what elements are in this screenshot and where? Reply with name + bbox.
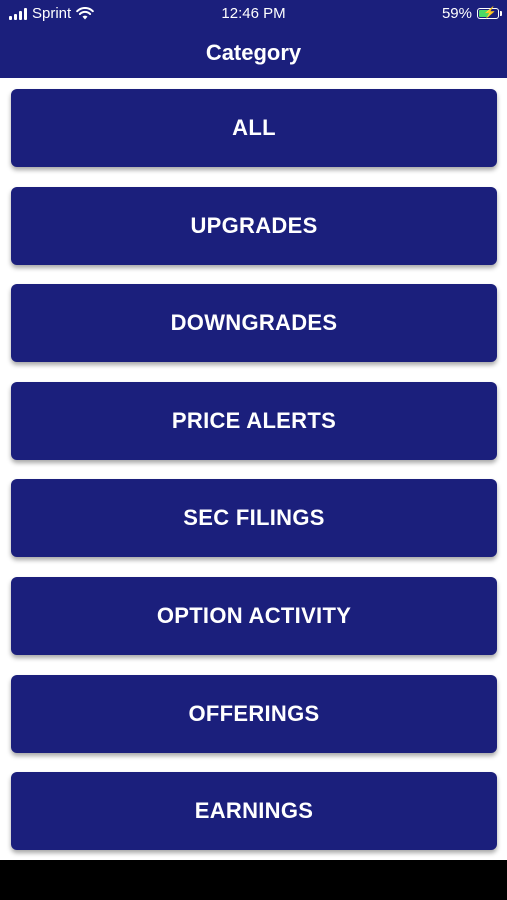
page-title: Category — [205, 40, 302, 65]
status-bar: Sprint 12:46 PM 59% ⚡ — [0, 0, 507, 28]
category-button-price-alerts[interactable]: PRICE ALERTS — [11, 381, 497, 460]
category-button-earnings[interactable]: EARNINGS — [11, 772, 497, 851]
category-button-offerings[interactable]: OFFERINGS — [11, 674, 497, 753]
clock: 12:46 PM — [221, 5, 286, 22]
category-button-all[interactable]: ALL — [11, 89, 497, 167]
charging-bolt-icon: ⚡ — [483, 7, 497, 19]
category-button-sec-filings[interactable]: SEC FILINGS — [11, 479, 497, 558]
nav-header: Sprint 12:46 PM 59% ⚡ Category — [0, 0, 507, 78]
category-button-downgrades[interactable]: DOWNGRADES — [11, 284, 497, 363]
category-list: ALL UPGRADES DOWNGRADES PRICE ALERTS SEC FIL… — [11, 89, 497, 870]
battery-percent: 59% — [441, 5, 472, 22]
status-right: 59% ⚡ — [441, 5, 502, 22]
battery-charging-icon: ⚡ — [477, 7, 502, 19]
category-button-upgrades[interactable]: UPGRADES — [11, 186, 497, 265]
category-button-option-activity[interactable]: OPTION ACTIVITY — [11, 576, 497, 655]
bottom-black-bar — [0, 860, 507, 900]
